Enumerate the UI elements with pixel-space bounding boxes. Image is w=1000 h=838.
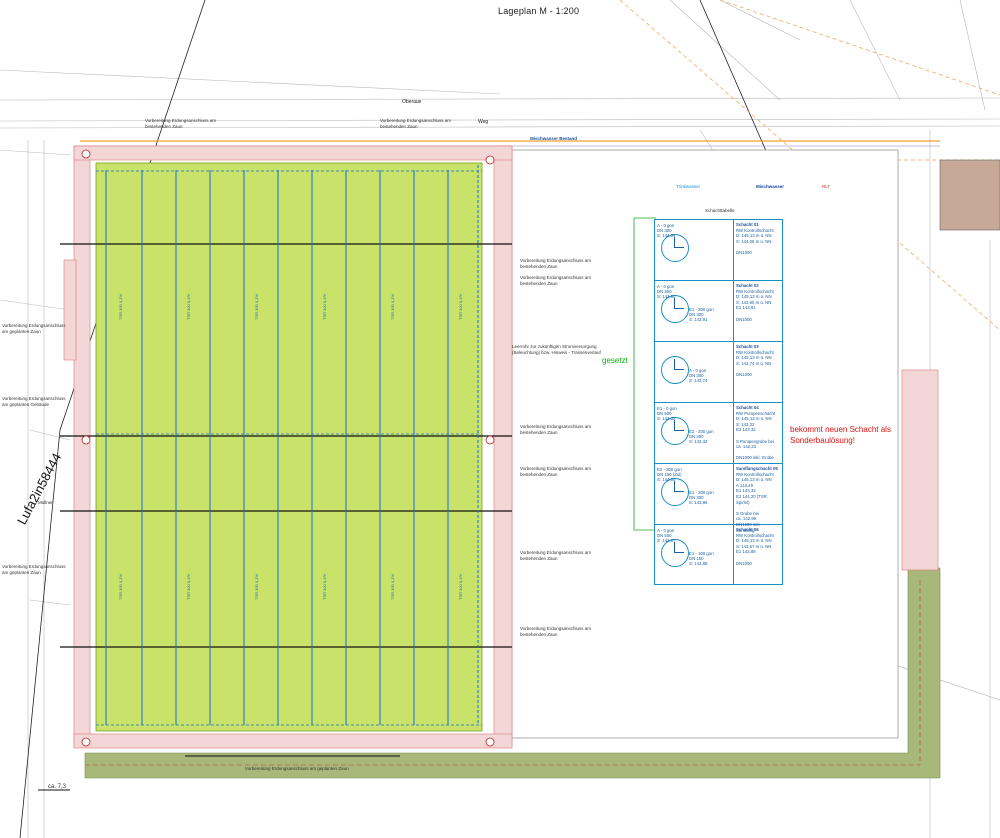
shaft-outflow: E1 - 100 gon DN 150 S: 143,88 bbox=[689, 551, 714, 566]
mischwasser-bestand-label: Mischwasser Bestand bbox=[530, 136, 578, 141]
shaft-outflow: A - 0 gon DN 300 S: 143,74 bbox=[689, 368, 708, 383]
note-right-6: Vorbereitung Erdungsanschluss am bestehe… bbox=[520, 550, 592, 561]
shaft-circle bbox=[661, 234, 689, 262]
shaft-diagram: E2 - 300 gon DN 150 (Zul) S: 144,00 E1 - … bbox=[655, 464, 734, 524]
pipe-label: TSR 300 0,1% bbox=[322, 293, 327, 320]
gesetzt-label: gesetzt bbox=[602, 356, 628, 365]
shaft-info: Schacht 06 RW Kontrollschacht D: 145,13 m … bbox=[734, 525, 782, 584]
shaft-diagram: A - 0 gon DN 300 S: 144,06 bbox=[655, 220, 734, 280]
pipe-label: TSR 300 0,1% bbox=[322, 573, 327, 600]
shaft-table-title: Schachttabelle bbox=[705, 208, 735, 213]
pipe-label: TSR 300 0,1% bbox=[254, 573, 259, 600]
red-note: bekommt neuen Schacht als Sonderbaulösun… bbox=[790, 425, 891, 445]
shaft-info: Schacht 04 RW Pumpenschacht D: 145,13 m ü.… bbox=[734, 403, 782, 463]
shaft-detail: DN1000 inkl. Grube bbox=[736, 455, 774, 461]
rlt-label: RLT bbox=[822, 184, 831, 189]
shaft-detail: E2 144,20 (TSR Spirlet) bbox=[736, 493, 767, 505]
note-right-7: Vorbereitung Erdungsanschluss am bestehe… bbox=[520, 626, 592, 637]
mischwasser-label: Mischwasser bbox=[756, 184, 785, 189]
shaft-outflow: E1 - 200 gon DN 300 S: 143,86 bbox=[689, 490, 714, 505]
dimension-label: ca. 7,3 bbox=[48, 784, 67, 790]
note-right-2: Vorbereitung Erdungsanschluss am bestehe… bbox=[520, 275, 592, 286]
note-right-5: Vorbereitung Erdungsanschluss am bestehe… bbox=[520, 466, 592, 477]
pipe-label: TSR 300 0,1% bbox=[186, 573, 191, 600]
plan-title: Lageplan M - 1:200 bbox=[498, 6, 580, 16]
note-left-2: Vorbereitung Erdungsanschluss am geplant… bbox=[2, 396, 66, 407]
shaft-row: E1 - 0 gon DN 500 S: 143,32 E2 - 200 gon … bbox=[654, 402, 783, 463]
note-left-1: Vorbereitung Erdungsanschluss am geplant… bbox=[2, 323, 66, 334]
note-right-1: Vorbereitung Erdungsanschluss am bestehe… bbox=[520, 258, 592, 269]
pipe-label: TSR 300 0,1% bbox=[118, 573, 123, 600]
street-lower: Weg bbox=[478, 119, 488, 125]
shaft-diagram: E1 - 0 gon DN 500 S: 143,32 E2 - 200 gon … bbox=[655, 403, 734, 463]
shaft-inflow: E1 - 0 gon DN 500 S: 143,32 bbox=[657, 406, 677, 421]
pipe-label: TSR 300 0,1% bbox=[390, 573, 395, 600]
shaft-table: A - 0 gon DN 300 S: 144,06 Schacht 01 RW K… bbox=[654, 219, 784, 585]
note-left-3: Vorbereitung Erdungsanschluss am geplant… bbox=[2, 564, 66, 575]
shaft-detail: DN1000 bbox=[736, 316, 752, 322]
shaft-outflow: E2 - 200 gon DN 300 S: 143,32 bbox=[689, 429, 714, 444]
shaft-row: A - 0 gon DN 500 S: 143,67 E1 - 100 gon D… bbox=[654, 524, 783, 585]
pipe-label: TSR 300 0,1% bbox=[390, 293, 395, 320]
shaft-outflow: E1 - 200 gon DN 300 S: 143,91 bbox=[689, 307, 714, 322]
street-upper: Oberaue bbox=[402, 99, 422, 105]
note-bottom: Vorbereitung Erdungsanschluss am geplant… bbox=[245, 766, 349, 771]
shaft-row: A - 0 gon DN 300 S: 143,74 Schacht 03 RW K… bbox=[654, 341, 783, 402]
shaft-circle bbox=[661, 295, 689, 323]
shaft-diagram: A - 0 gon DN 500 S: 143,67 E1 - 100 gon D… bbox=[655, 525, 734, 584]
shaft-circle bbox=[661, 478, 689, 506]
note-top-mid: Vorbereitung Erdungsanschluss am bestehe… bbox=[380, 118, 452, 129]
trinkwasser-label: Trinkwasser bbox=[676, 184, 701, 189]
shaft-inflow: A - 0 gon DN 300 S: 144,06 bbox=[657, 223, 676, 238]
shaft-detail: DN1000 bbox=[736, 560, 752, 566]
shaft-info: Schacht 02 RW Kontrollschacht D: 145,13 m … bbox=[734, 281, 782, 341]
shaft-diagram: A - 0 gon DN 300 S: 143,74 bbox=[655, 342, 734, 402]
pipe-label: TSR 300 0,1% bbox=[118, 293, 123, 320]
note-right-3: Leerrohr zur zukünftigen Stromversorgung… bbox=[512, 344, 601, 355]
pipe-label: TSR 300 0,1% bbox=[254, 293, 259, 320]
shaft-circle bbox=[661, 539, 689, 567]
shaft-detail: DN1000 bbox=[736, 371, 752, 377]
shaft-inflow: A - 0 gon DN 500 S: 143,67 bbox=[657, 528, 676, 543]
pipe-label: TSR 300 0,1% bbox=[458, 293, 463, 320]
pipe-label: TSR 300 0,1% bbox=[458, 573, 463, 600]
shaft-name: Sandfangschacht 05 bbox=[736, 466, 778, 471]
shaft-diagram: A - 0 gon DN 300 S: 143,90 E1 - 200 gon D… bbox=[655, 281, 734, 341]
shaft-inflow: A - 0 gon DN 300 S: 143,90 bbox=[657, 284, 676, 299]
shaft-row: E2 - 300 gon DN 150 (Zul) S: 144,00 E1 - … bbox=[654, 463, 783, 533]
shaft-info: Sandfangschacht 05 RW Kontrollschacht D: 1… bbox=[734, 464, 782, 533]
shaft-circle bbox=[661, 356, 689, 384]
note-right-4: Vorbereitung Erdungsanschluss am bestehe… bbox=[520, 424, 592, 435]
green-field bbox=[95, 162, 483, 732]
pipe-label: TSR 300 0,1% bbox=[186, 293, 191, 320]
shaft-info: Schacht 03 RW Kontrollschacht D: 145,13 m … bbox=[734, 342, 782, 402]
shaft-detail: DN1000 bbox=[736, 249, 752, 255]
shaft-row: A - 0 gon DN 300 S: 144,06 Schacht 01 RW K… bbox=[654, 219, 783, 280]
note-top-left: Vorbereitung Erdungsanschluss am bestehe… bbox=[145, 118, 217, 129]
shaft-circle bbox=[661, 417, 689, 445]
shaft-inflow: E2 - 300 gon DN 150 (Zul) S: 144,00 bbox=[657, 467, 682, 482]
shaft-row: A - 0 gon DN 300 S: 143,90 E1 - 200 gon D… bbox=[654, 280, 783, 341]
shaft-info: Schacht 01 RW Kontrollschacht D: 145,13 m … bbox=[734, 220, 782, 280]
